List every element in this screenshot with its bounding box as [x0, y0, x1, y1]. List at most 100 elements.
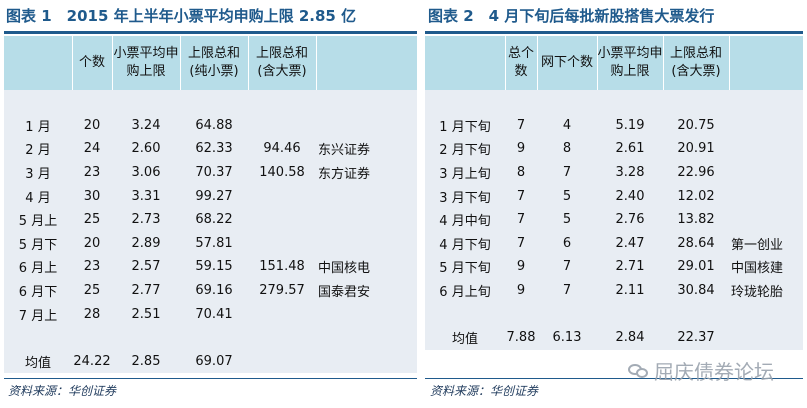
table-cell: [248, 349, 316, 374]
table-cell: 2.40: [597, 184, 663, 208]
row-note: [316, 184, 417, 208]
table-cell: 28.64: [663, 231, 729, 256]
row-note: [729, 137, 803, 161]
row-label: 4 月中旬: [425, 207, 505, 232]
table-cell: 9: [505, 278, 537, 303]
table-row: 2 月 24 2.60 62.33 94.46 东兴证券: [4, 137, 417, 161]
table-cell: 57.81: [180, 231, 248, 256]
table-row: 5 月下旬 9 7 2.71 29.01 中国核建: [425, 255, 803, 279]
table2-header-blank: [425, 36, 505, 90]
table-cell: 6.13: [537, 325, 597, 350]
table-row: 5 月下 20 2.89 57.81: [4, 231, 417, 256]
spacer-cell: [505, 90, 537, 114]
table-cell: 99.27: [180, 184, 248, 208]
spacer-cell: [316, 325, 417, 350]
table-cell: 2.77: [112, 278, 180, 303]
spacer-cell: [112, 325, 180, 350]
table-cell: 12.02: [663, 184, 729, 208]
table-cell: 5: [537, 184, 597, 208]
table-cell: 68.22: [180, 207, 248, 232]
table-cell: 94.46: [248, 137, 316, 161]
table2: 总个数 网下个数 小票平均申购上限 上限总和(含大票) 1 月下旬 7 4 5.19 2…: [425, 36, 803, 350]
table-cell: 59.15: [180, 255, 248, 279]
row-label: 1 月下旬: [425, 113, 505, 138]
table-cell: 13.82: [663, 207, 729, 232]
row-note: 东兴证券: [316, 137, 417, 161]
table2-header-total-count: 总个数: [504, 36, 537, 90]
table-cell: 8: [537, 137, 597, 161]
table1-title: 图表 1 2015 年上半年小票平均申购上限 2.85 亿: [6, 7, 357, 25]
spacer-cell: [248, 90, 316, 114]
row-label: 均值: [4, 349, 72, 374]
table-row: 4 月中旬 7 5 2.76 13.82: [425, 207, 803, 232]
table1-header-blank: [4, 36, 72, 90]
spacer-cell: [72, 90, 112, 114]
spacer-cell: [72, 325, 112, 350]
row-label: 2 月: [4, 137, 72, 161]
spacer-cell: [425, 302, 505, 326]
chat-bubbles-icon: [628, 362, 650, 380]
spacer-cell: [180, 325, 248, 350]
table-cell: 20: [72, 231, 112, 256]
table-cell: 7: [537, 278, 597, 303]
table-cell: 2.57: [112, 255, 180, 279]
table2-top-spacer: [425, 90, 803, 114]
table-cell: 7: [505, 113, 537, 138]
table-row: 7 月上 28 2.51 70.41: [4, 302, 417, 326]
table-cell: [248, 231, 316, 256]
table-row: 1 月下旬 7 4 5.19 20.75: [425, 113, 803, 138]
table-cell: 2.61: [597, 137, 663, 161]
spacer-cell: [729, 302, 803, 326]
table-cell: 20.91: [663, 137, 729, 161]
spacer-cell: [248, 325, 316, 350]
table-cell: 4: [537, 113, 597, 138]
spacer-cell: [663, 302, 729, 326]
table-cell: 2.84: [597, 325, 663, 350]
table-cell: [248, 207, 316, 232]
row-label: 7 月上: [4, 302, 72, 326]
table1-header-count: 个数: [71, 36, 112, 90]
row-label: 5 月下: [4, 231, 72, 256]
table1-header-total-incl-large: 上限总和(含大票): [247, 36, 316, 90]
table2-header-row: 总个数 网下个数 小票平均申购上限 上限总和(含大票): [425, 36, 803, 90]
table-cell: 7.88: [505, 325, 537, 350]
watermark-text: 屈庆债券论坛: [654, 360, 774, 384]
row-note: 中国核建: [729, 255, 803, 279]
table1-header-note: [315, 36, 417, 90]
table-cell: 279.57: [248, 278, 316, 303]
table-row: 6 月下 25 2.77 69.16 279.57 国泰君安: [4, 278, 417, 303]
table-cell: 62.33: [180, 137, 248, 161]
spacer-cell: [505, 302, 537, 326]
table-cell: 7: [537, 160, 597, 185]
table-cell: 3.06: [112, 160, 180, 185]
table1-source-rule: [4, 378, 417, 379]
row-note: 第一创业: [729, 231, 803, 256]
row-note: [729, 113, 803, 138]
spacer-cell: [112, 90, 180, 114]
table-cell: 5.19: [597, 113, 663, 138]
row-label: 4 月: [4, 184, 72, 208]
table-cell: 8: [505, 160, 537, 185]
table-cell: 24: [72, 137, 112, 161]
table-row: 3 月 23 3.06 70.37 140.58 东方证券: [4, 160, 417, 185]
table-cell: 6: [537, 231, 597, 256]
row-label: 6 月下: [4, 278, 72, 303]
table-cell: 20: [72, 113, 112, 138]
table-cell: 7: [537, 255, 597, 279]
table-cell: [248, 302, 316, 326]
row-label: 2 月下旬: [425, 137, 505, 161]
table-cell: 7: [505, 207, 537, 232]
table-cell: 7: [505, 231, 537, 256]
row-label: 6 月上旬: [425, 278, 505, 303]
table-cell: 2.89: [112, 231, 180, 256]
table-cell: 22.37: [663, 325, 729, 350]
table-cell: 28: [72, 302, 112, 326]
table-cell: 140.58: [248, 160, 316, 185]
table-cell: 64.88: [180, 113, 248, 138]
table-cell: 2.47: [597, 231, 663, 256]
table-row: 4 月 30 3.31 99.27: [4, 184, 417, 208]
table1-summary-spacer: [4, 325, 417, 350]
row-note: 玲珑轮胎: [729, 278, 803, 303]
table1-title-rule: [4, 31, 417, 34]
row-note: [729, 325, 803, 350]
